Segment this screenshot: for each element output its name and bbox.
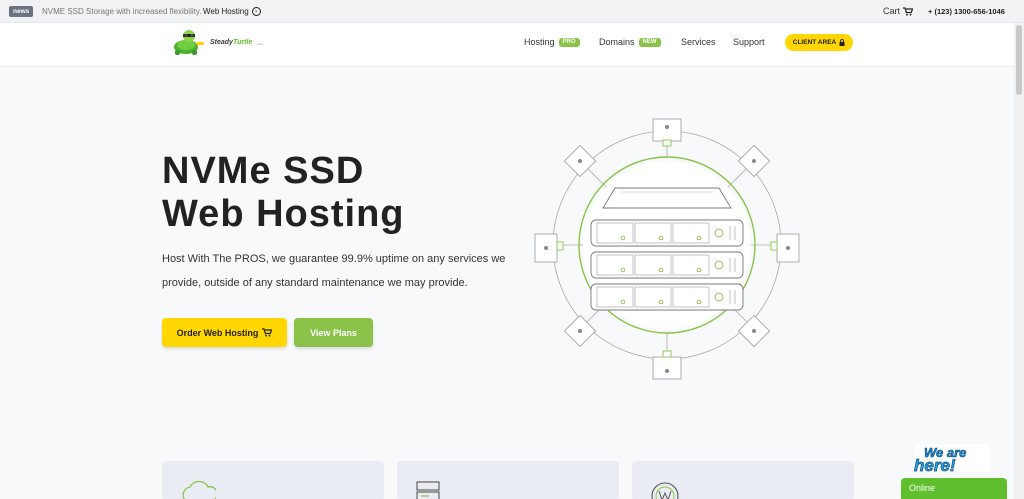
announcement-text: NVME SSD Storage with increased flexibil… <box>42 7 202 16</box>
cart-link[interactable]: Cart <box>883 6 914 16</box>
order-button-label: Order Web Hosting <box>176 327 259 338</box>
new-badge: NEW <box>638 37 661 47</box>
logo-word-turtle: Turtle <box>232 38 253 46</box>
nav-support-label: Support <box>733 37 765 47</box>
hero-title: NVMe SSD Web Hosting <box>162 150 405 236</box>
view-plans-button[interactable]: View Plans <box>294 318 373 347</box>
nav-hosting[interactable]: Hosting PRO <box>524 37 580 47</box>
nav-domains[interactable]: Domains NEW <box>599 37 661 47</box>
nav-services-label: Services <box>681 37 716 47</box>
turtle-logo-icon <box>174 30 204 55</box>
phone-number[interactable]: + (123) 1300-656-1046 <box>928 7 1005 16</box>
nav-hosting-label: Hosting <box>524 37 555 47</box>
chat-bubble-line2: here! <box>914 456 956 475</box>
page-scrollbar[interactable] <box>1014 23 1024 499</box>
arrow-circle-icon: › <box>251 7 261 16</box>
announcement-bar: news NVME SSD Storage with increased fle… <box>0 0 1024 23</box>
client-area-label: CLIENT AREA <box>792 39 837 46</box>
cart-icon <box>903 6 914 16</box>
announcement-link-label: Web Hosting <box>203 7 249 16</box>
lock-icon <box>839 39 845 46</box>
feature-card-cloud <box>162 461 384 499</box>
cart-icon <box>262 328 273 337</box>
cloud-icon <box>182 481 216 499</box>
hero-subtitle: Host With The PROS, we guarantee 99.9% u… <box>162 253 506 289</box>
server-icon <box>416 481 440 499</box>
scrollbar-thumb[interactable] <box>1016 25 1022 95</box>
hero-title-line2: Web Hosting <box>162 193 405 235</box>
pro-badge: PRO <box>558 37 580 47</box>
wordpress-icon <box>651 482 679 499</box>
chat-online-button[interactable]: Online <box>901 478 1007 499</box>
order-web-hosting-button[interactable]: Order Web Hosting <box>162 318 287 347</box>
site-header: SteadyTurtle .com Hosting PRO Domains NE… <box>0 23 1024 67</box>
logo-word-steady: Steady <box>210 38 233 46</box>
feature-card-wordpress <box>632 461 854 499</box>
site-logo[interactable]: SteadyTurtle .com <box>170 28 263 56</box>
nav-domains-label: Domains <box>599 37 635 47</box>
announcement-link[interactable]: Web Hosting › <box>203 7 261 16</box>
chat-bubble-icon: We are here! <box>914 444 990 479</box>
cart-label: Cart <box>883 6 901 16</box>
logo-wordmark: SteadyTurtle <box>210 39 252 46</box>
feature-card-server <box>397 461 619 499</box>
nav-support[interactable]: Support <box>733 37 765 47</box>
news-badge: news <box>9 6 34 17</box>
client-area-button[interactable]: CLIENT AREA <box>785 34 853 51</box>
server-illustration <box>534 118 800 380</box>
logo-suffix: .com <box>256 41 263 46</box>
view-plans-label: View Plans <box>310 327 357 338</box>
hero-title-line1: NVMe SSD <box>162 150 365 192</box>
nav-services[interactable]: Services <box>681 37 716 47</box>
